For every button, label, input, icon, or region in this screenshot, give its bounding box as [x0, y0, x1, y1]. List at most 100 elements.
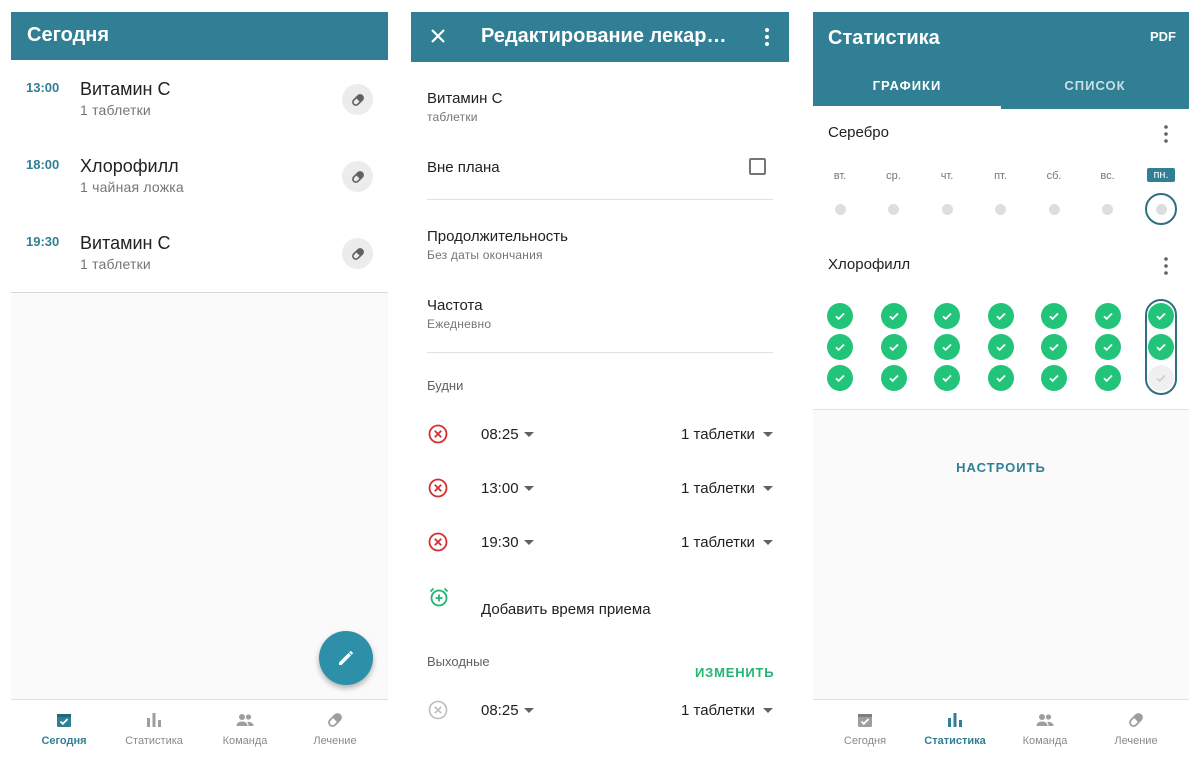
weekend-section-label: Выходные — [427, 654, 490, 669]
dose-check-icon[interactable] — [1041, 365, 1067, 391]
remove-circle-icon[interactable] — [428, 424, 448, 444]
time-dropdown[interactable]: 13:00 — [481, 480, 519, 497]
add-dose-time-button[interactable]: Добавить время приема — [481, 601, 651, 618]
quantity-dropdown[interactable]: 1 таблетки — [681, 426, 755, 443]
dose-status-dot[interactable] — [995, 204, 1006, 215]
take-dose-button[interactable] — [342, 238, 373, 269]
dose-check-icon[interactable] — [1094, 365, 1121, 391]
nav-item-treatment[interactable]: Лечение — [290, 700, 380, 753]
duration-field[interactable]: Продолжительность Без даты окончания — [427, 228, 568, 262]
dose-check-icon[interactable] — [827, 334, 853, 360]
nav-item-statistics[interactable]: Статистика — [109, 700, 199, 753]
medicine-name: Витамин С — [427, 90, 503, 107]
nav-label: Сегодня — [41, 735, 87, 747]
quantity-dropdown[interactable]: 1 таблетки — [681, 534, 755, 551]
dose-status-dot[interactable] — [1048, 204, 1060, 215]
chevron-down-icon[interactable] — [763, 540, 773, 545]
list-item[interactable]: 18:00 Хлорофилл 1 чайная ложка — [11, 137, 388, 214]
more-vert-icon[interactable] — [764, 27, 770, 47]
dose-status-dot[interactable] — [834, 204, 846, 215]
bottom-navigation: Сегодня Статистика Команда Лечение — [813, 699, 1189, 753]
dose-check-icon[interactable] — [827, 303, 853, 329]
pill-icon — [351, 247, 364, 260]
chevron-down-icon[interactable] — [763, 486, 773, 491]
dose-status-dot[interactable] — [1102, 204, 1113, 215]
today-highlight — [1145, 193, 1177, 225]
dose-check-icon[interactable] — [827, 365, 853, 391]
nav-item-treatment[interactable]: Лечение — [1091, 700, 1181, 753]
dose-check-icon[interactable] — [1041, 303, 1067, 329]
calendar-check-icon — [57, 714, 71, 727]
weekday-label: ср. — [886, 170, 901, 182]
dose-time-row: 19:30 1 таблетки — [411, 528, 789, 558]
dose-check-icon[interactable] — [880, 365, 907, 391]
quantity-dropdown[interactable]: 1 таблетки — [681, 702, 755, 719]
dose-quantity: 1 таблетки — [80, 256, 151, 272]
frequency-field[interactable]: Частота Ежедневно — [427, 297, 491, 331]
list-item[interactable]: 19:30 Витамин С 1 таблетки — [11, 214, 388, 291]
frequency-label: Частота — [427, 297, 483, 314]
nav-item-team[interactable]: Команда — [1000, 700, 1090, 753]
dose-status-dot[interactable] — [888, 204, 899, 215]
remove-circle-icon[interactable] — [428, 532, 448, 552]
more-vert-icon[interactable] — [1163, 256, 1169, 276]
time-dropdown[interactable]: 08:25 — [481, 702, 519, 719]
take-dose-button[interactable] — [342, 84, 373, 115]
setup-button[interactable]: НАСТРОИТЬ — [813, 460, 1189, 475]
dose-check-icon[interactable] — [987, 334, 1014, 360]
more-vert-icon[interactable] — [1163, 124, 1169, 144]
dose-check-icon[interactable] — [1041, 334, 1067, 360]
chevron-down-icon[interactable] — [524, 486, 534, 491]
nav-item-today[interactable]: Сегодня — [19, 700, 109, 753]
edit-fab-button[interactable] — [319, 631, 373, 685]
chevron-down-icon[interactable] — [763, 708, 773, 713]
close-icon[interactable] — [428, 26, 448, 46]
dose-check-icon[interactable] — [987, 303, 1014, 329]
dose-name: Хлорофилл — [80, 156, 179, 176]
bar-chart-icon — [147, 713, 161, 727]
dose-check-icon[interactable] — [934, 334, 960, 360]
nav-item-statistics[interactable]: Статистика — [910, 700, 1000, 753]
add-alarm-icon[interactable] — [428, 586, 450, 608]
dose-check-icon[interactable] — [934, 303, 960, 329]
quantity-dropdown[interactable]: 1 таблетки — [681, 480, 755, 497]
nav-label: Сегодня — [843, 735, 887, 747]
dose-check-icon[interactable] — [1094, 303, 1121, 329]
dose-time-row: 08:25 1 таблетки — [411, 696, 789, 726]
people-icon — [1036, 714, 1054, 726]
nav-item-today[interactable]: Сегодня — [820, 700, 910, 753]
remove-circle-icon[interactable] — [428, 478, 448, 498]
dose-time-row: 08:25 1 таблетки — [411, 420, 789, 450]
unplanned-checkbox[interactable] — [749, 158, 766, 175]
tab-list[interactable]: СПИСОК — [1001, 78, 1189, 93]
dose-check-icon[interactable] — [987, 365, 1014, 391]
export-pdf-button[interactable]: PDF — [1150, 29, 1176, 44]
time-dropdown[interactable]: 08:25 — [481, 426, 519, 443]
dose-check-icon[interactable] — [880, 334, 907, 360]
take-dose-button[interactable] — [342, 161, 373, 192]
chevron-down-icon[interactable] — [524, 432, 534, 437]
calendar-check-icon — [858, 714, 872, 727]
medicine-form: таблетки — [427, 110, 478, 124]
dose-name: Витамин С — [80, 79, 171, 99]
duration-value: Без даты окончания — [427, 248, 543, 262]
dose-check-icon[interactable] — [880, 303, 907, 329]
dose-status-dot[interactable] — [941, 204, 953, 215]
pill-icon — [328, 713, 342, 727]
duration-label: Продолжительность — [427, 228, 568, 245]
dose-check-icon[interactable] — [1094, 334, 1121, 360]
time-dropdown[interactable]: 19:30 — [481, 534, 519, 551]
dose-check-icon[interactable] — [934, 365, 960, 391]
medicine-field[interactable]: Витамин С таблетки — [427, 90, 502, 124]
list-item[interactable]: 13:00 Витамин С 1 таблетки — [11, 60, 388, 137]
today-highlight — [1145, 299, 1177, 395]
chevron-down-icon[interactable] — [524, 540, 534, 545]
nav-label: Команда — [222, 735, 268, 747]
tab-charts[interactable]: ГРАФИКИ — [813, 78, 1001, 93]
chevron-down-icon[interactable] — [763, 432, 773, 437]
chevron-down-icon[interactable] — [524, 708, 534, 713]
nav-item-team[interactable]: Команда — [200, 700, 290, 753]
medicine-title: Серебро — [828, 124, 889, 141]
change-weekend-button[interactable]: ИЗМЕНИТЬ — [695, 665, 774, 680]
remove-circle-icon[interactable] — [428, 700, 448, 720]
